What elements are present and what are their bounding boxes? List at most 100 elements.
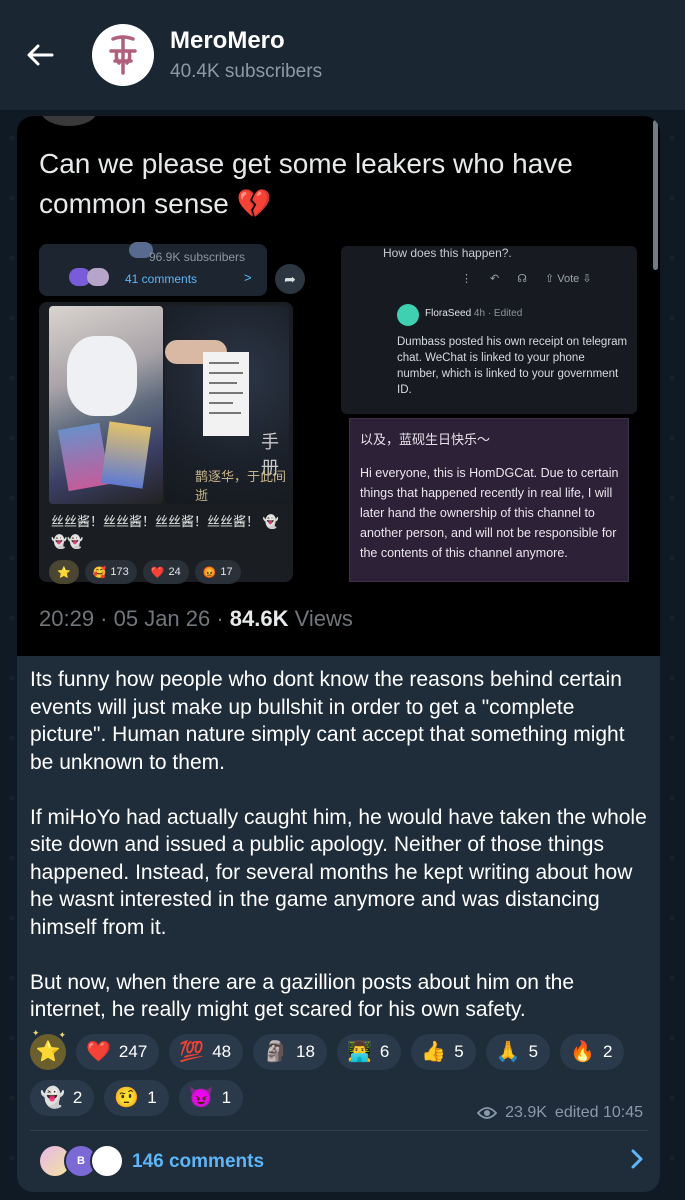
embedded-reaction-count: 17 (220, 566, 233, 578)
reddit-question: How does this happen?. (383, 246, 512, 260)
embedded-avatar (87, 268, 109, 286)
reaction-technologist[interactable]: 👨‍💻 6 (336, 1034, 402, 1070)
channel-name: MeroMero (170, 27, 285, 54)
reaction-count: 1 (147, 1088, 157, 1107)
reaction-ghost[interactable]: 👻 2 (30, 1080, 95, 1116)
technologist-icon: 👨‍💻 (346, 1041, 372, 1063)
reaction-count: 2 (602, 1042, 613, 1061)
fire-icon: 🔥 (570, 1041, 595, 1063)
channel-post: Can we please get some leakers who have … (17, 116, 660, 1192)
receipt-photo: 手册 鹊逐华，于此间逝 (165, 306, 289, 504)
share-icon: ➦ (275, 264, 305, 294)
reddit-username: FloraSeed (425, 308, 472, 319)
arrow-left-icon (27, 44, 54, 66)
embedded-reaction: 😡 17 (194, 560, 241, 584)
reaction-fire[interactable]: 🔥 2 (560, 1034, 625, 1070)
reaction-count: 6 (379, 1042, 390, 1061)
moai-icon: 🗿 (263, 1041, 289, 1063)
reaction-raised-eyebrow[interactable]: 🤨 1 (104, 1080, 169, 1116)
reaction-count: 247 (118, 1042, 148, 1061)
tweet-views-count: 84.6K (229, 606, 289, 631)
raised-eyebrow-icon: 🤨 (114, 1087, 140, 1109)
reaction-count: 18 (296, 1042, 315, 1061)
reddit-user-meta: 4h · Edited (473, 308, 523, 319)
embedded-channel-bar: 96.9K subscribers 41 comments > (39, 242, 267, 296)
plush-photo (49, 306, 163, 504)
chant-text: 丝丝酱！丝丝酱！丝丝酱！丝丝酱！ (51, 514, 260, 529)
photo-card (100, 421, 152, 489)
scrollbar (653, 120, 658, 270)
tweet-title: Can we please get some leakers who have … (39, 148, 573, 219)
eye-icon (477, 1107, 498, 1119)
embedded-subscribers: 96.9K subscribers (149, 250, 246, 264)
vote-icon: ⇧ Vote ⇩ (545, 273, 592, 285)
caption-paragraph: If miHoYo had actually caught him, he wo… (30, 805, 647, 939)
reaction-count: 2 (72, 1088, 83, 1107)
reaction-count: 1 (221, 1088, 232, 1107)
embedded-reactions: ⭐ 🥰 173 ❤️ 24 😡 17 (49, 560, 241, 584)
reddit-user: FloraSeed 4h · Edited (425, 308, 522, 319)
thumbs-up-icon: 👍 (421, 1041, 447, 1063)
divider (30, 1130, 648, 1131)
embedded-reaction: ❤️ 24 (142, 560, 189, 584)
reaction-count: 5 (528, 1042, 539, 1061)
chevron-right-icon (630, 1148, 644, 1176)
reddit-toolbar: ⋮ ↶ ☊ ⇧ Vote ⇩ (461, 272, 592, 285)
commenter-avatars: B (30, 1144, 126, 1180)
tweet-views-label: Views (288, 606, 353, 631)
award-icon: ☊ (517, 273, 527, 285)
book-title-text: 鹊逐华，于此间逝 (195, 469, 287, 503)
cropped-avatar (41, 116, 97, 126)
reddit-comment-body: Dumbass posted his own receipt on telegr… (397, 336, 628, 396)
chat-header: MeroMero 40.4K subscribers (0, 0, 685, 110)
caption-paragraph: Its funny how people who dont know the r… (30, 668, 625, 774)
heart-icon: ❤️ (86, 1041, 111, 1063)
subscriber-count: 40.4K subscribers (170, 61, 323, 82)
reaction-hundred[interactable]: 💯 48 (169, 1034, 244, 1070)
embedded-reddit-comment: How does this happen?. ⋮ ↶ ☊ ⇧ Vote ⇩ Fl… (341, 246, 637, 414)
embedded-reaction-count: 24 (168, 566, 181, 578)
reaction-count: 48 (212, 1042, 232, 1061)
reaction-heart[interactable]: ❤️ 247 (76, 1034, 160, 1070)
reaction-thumbs-up[interactable]: 👍 5 (411, 1034, 476, 1070)
view-count: 23.9K (505, 1104, 547, 1121)
reaction-count: 5 (454, 1042, 464, 1061)
channel-avatar[interactable] (92, 24, 154, 86)
broken-heart-icon: 💔 (236, 188, 272, 219)
reaction-moai[interactable]: 🗿 18 (253, 1034, 327, 1070)
comments-label: 146 comments (132, 1151, 265, 1172)
reaction-paid-star[interactable]: ✦ ✦ ⭐ (30, 1028, 66, 1070)
embedded-comments: 41 comments (125, 272, 198, 286)
channel-logo-icon (109, 35, 137, 75)
channel-info[interactable]: MeroMero 40.4K subscribers (170, 27, 322, 83)
embedded-reaction: 🥰 173 (84, 560, 137, 584)
sparkle-icon: ✦ (58, 1030, 66, 1040)
smiling-hearts-icon: 🥰 (92, 566, 107, 579)
embedded-chant: 丝丝酱！丝丝酱！丝丝酱！丝丝酱！ 👻👻👻 (51, 512, 291, 552)
comments-button[interactable]: B 146 comments (30, 1138, 648, 1186)
star-icon: ⭐ (57, 566, 71, 579)
smiling-devil-icon: 😈 (188, 1087, 214, 1109)
caption-paragraph: But now, when there are a gazillion post… (30, 970, 575, 1022)
chevron-right-icon: > (244, 270, 252, 285)
more-icon: ⋮ (461, 273, 472, 285)
post-meta: 23.9K edited 10:45 (477, 1104, 643, 1122)
avatar (90, 1144, 124, 1178)
plush-figure (67, 336, 137, 416)
sparkle-icon: ✦ (32, 1028, 40, 1038)
announcement-cn: 以及，蓝砚生日快乐～ (360, 432, 491, 447)
embedded-reaction-count: 173 (110, 566, 129, 578)
hundred-points-icon: 💯 (179, 1041, 205, 1063)
embedded-announcement: 以及，蓝砚生日快乐～ Hi everyone, this is HomDGCat… (349, 418, 629, 582)
tweet-meta: 20:29 · 05 Jan 26 · 84.6K Views (39, 606, 353, 632)
angry-face-icon: 😡 (202, 566, 217, 579)
tweet-timestamp: 20:29 · 05 Jan 26 · (39, 606, 230, 631)
post-image[interactable]: Can we please get some leakers who have … (17, 116, 660, 656)
heart-icon: ❤️ (150, 566, 165, 579)
receipt (203, 352, 249, 436)
reaction-devil[interactable]: 😈 1 (178, 1080, 244, 1116)
reaction-pray[interactable]: 🙏 5 (485, 1034, 551, 1070)
embedded-reaction: ⭐ (49, 560, 79, 584)
back-button[interactable] (18, 33, 62, 77)
edited-time: edited 10:45 (554, 1104, 643, 1121)
